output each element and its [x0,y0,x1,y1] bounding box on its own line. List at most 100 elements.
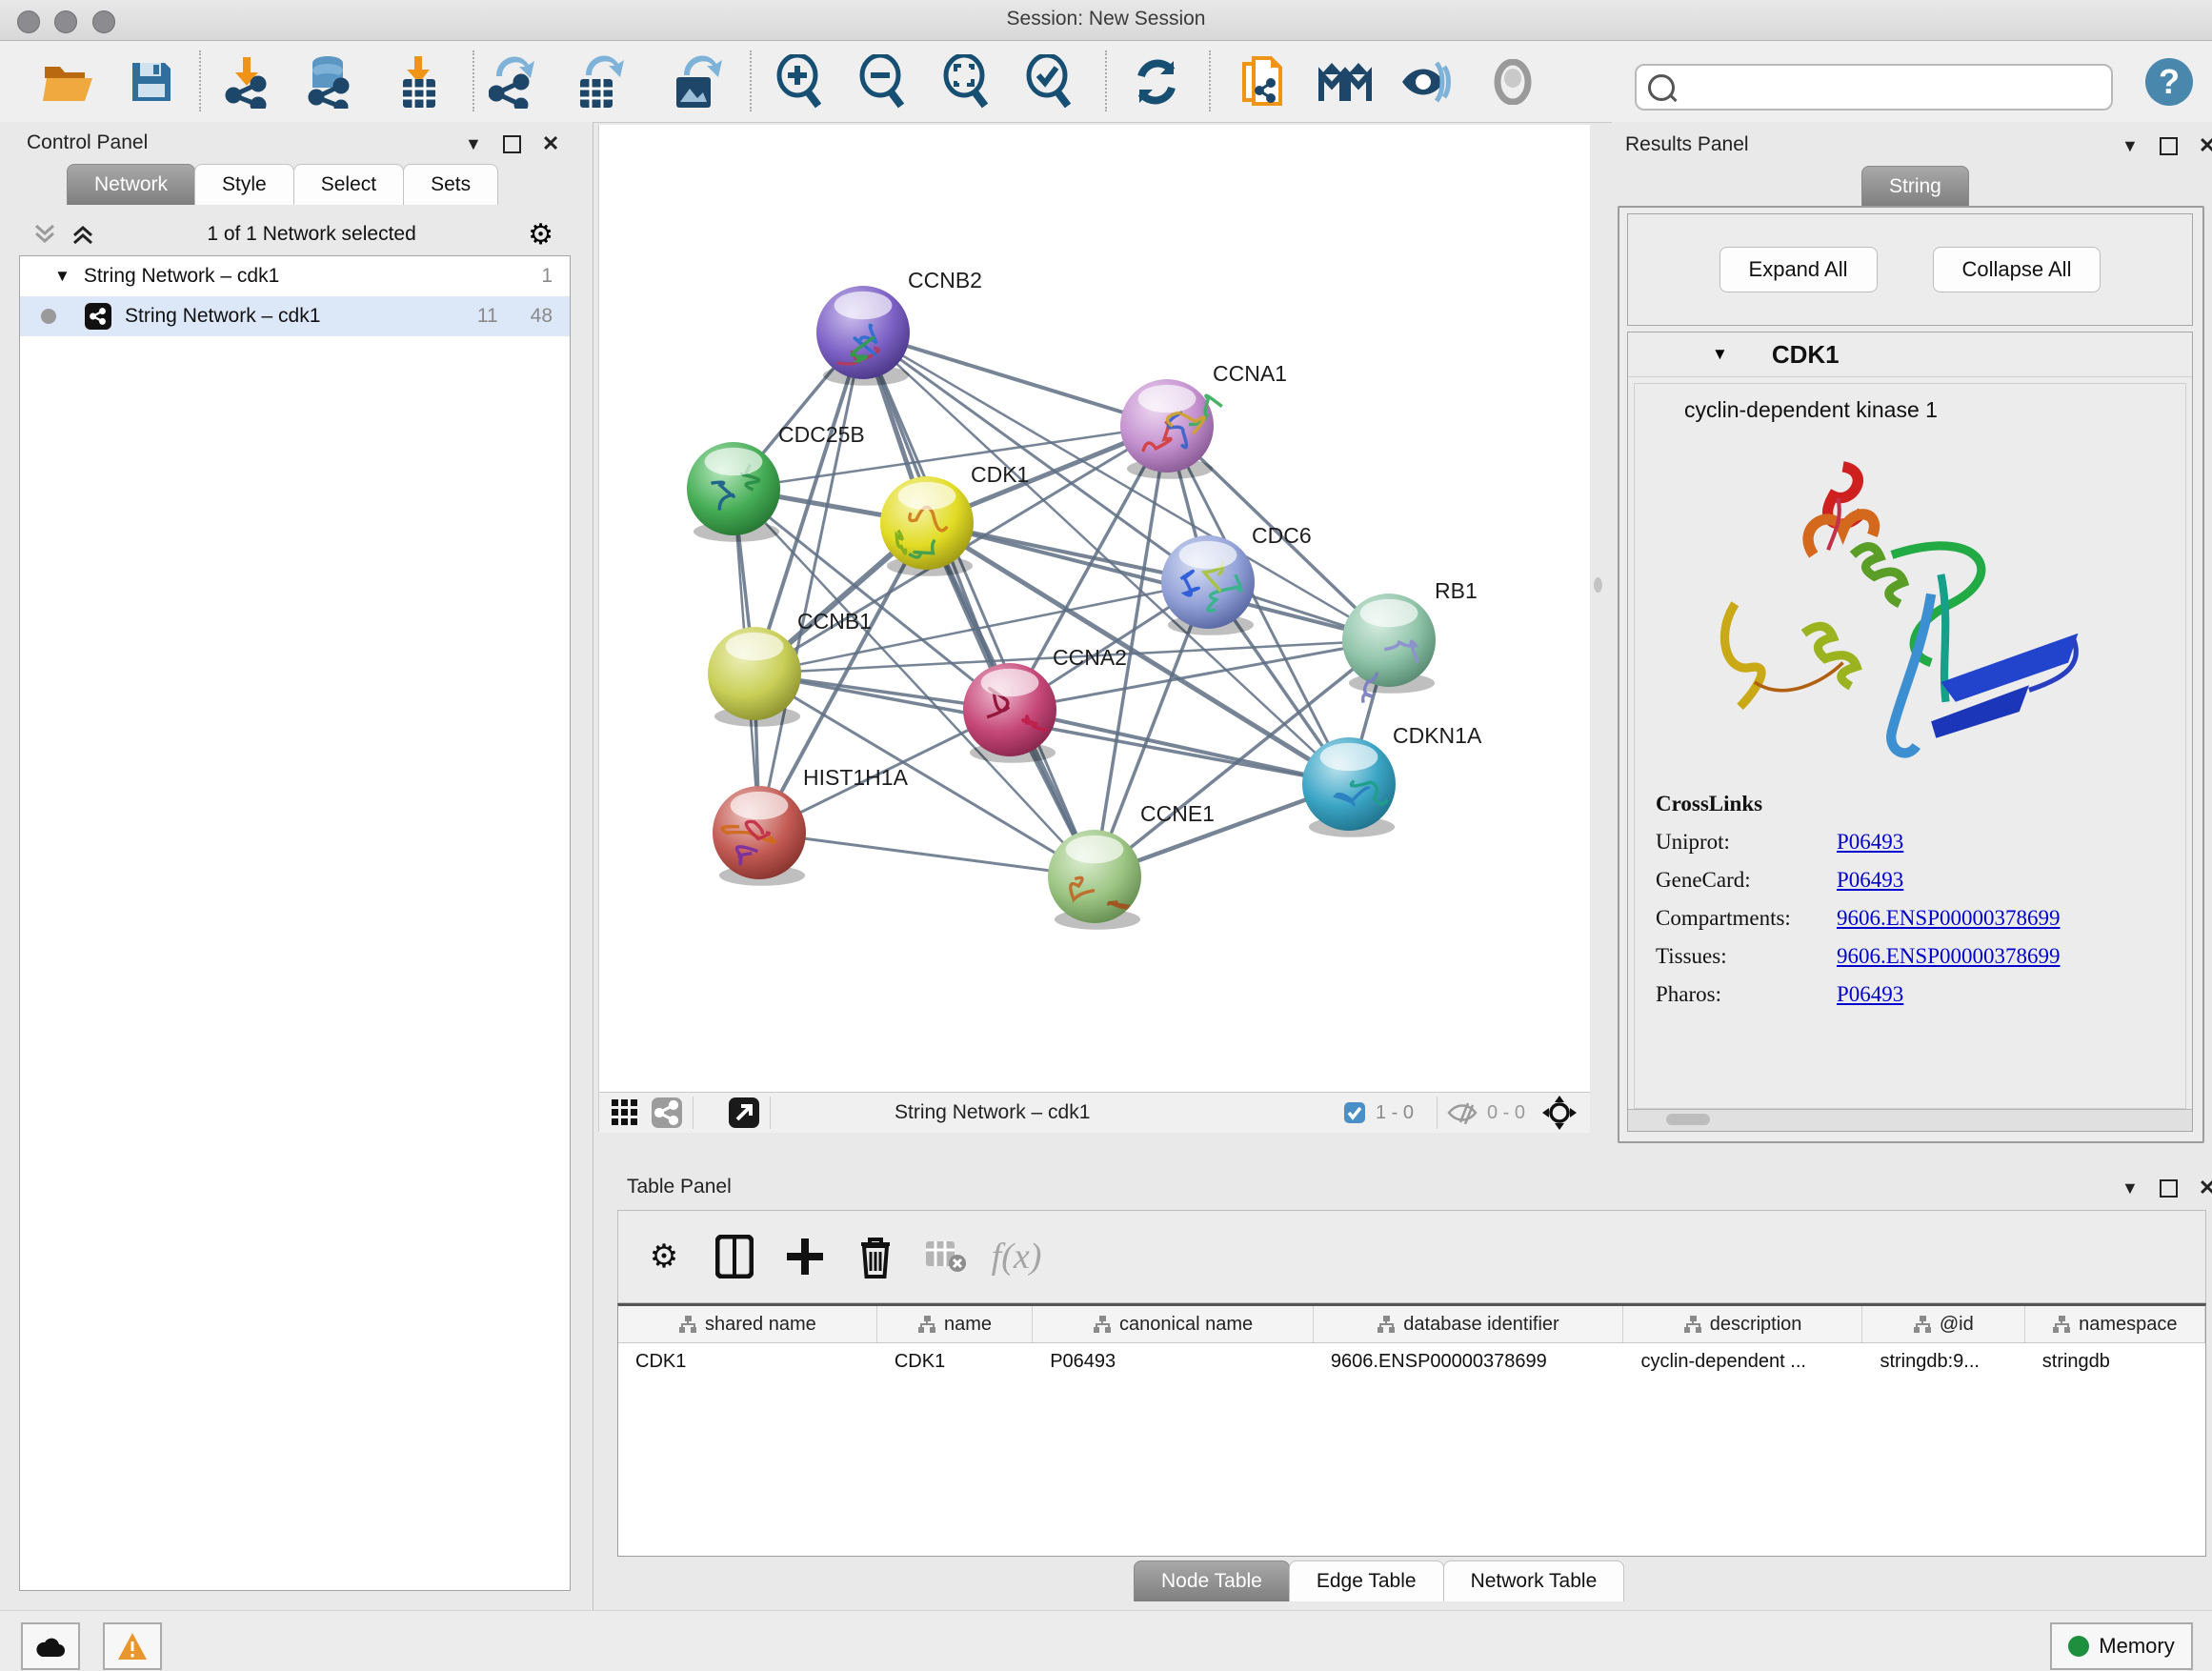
network-edge[interactable] [1010,710,1349,784]
table-row[interactable]: CDK1CDK1P064939606.ENSP00000378699cyclin… [618,1343,2205,1381]
crosslink-link[interactable]: P06493 [1837,830,1903,855]
collapse-all-button[interactable]: Collapse All [1933,247,2101,292]
save-session-button[interactable] [124,54,179,110]
table-cell[interactable]: stringdb:9... [1862,1343,2024,1381]
grid-view-icon[interactable] [609,1097,641,1129]
search-box[interactable] [1635,64,2113,111]
export-network-button[interactable] [487,54,542,110]
tab-style[interactable]: Style [194,164,294,205]
import-table-button[interactable] [392,54,447,110]
control-panel-menu-icon[interactable]: ▼ [465,134,482,154]
results-panel-menu-icon[interactable]: ▼ [2122,136,2139,156]
birdseye-toggle-icon[interactable] [728,1097,760,1129]
first-neighbors-button[interactable] [1317,54,1373,110]
warnings-button[interactable] [103,1622,162,1670]
table-panel-menu-icon[interactable]: ▼ [2122,1178,2139,1198]
column-header[interactable]: shared name [618,1306,877,1342]
function-builder-icon[interactable]: f(x) [992,1232,1041,1281]
protein-section-header[interactable]: ▼ CDK1 [1628,332,2192,377]
network-row[interactable]: String Network – cdk1 11 48 [20,296,570,336]
table-cell[interactable]: P06493 [1033,1343,1314,1381]
tab-network-table[interactable]: Network Table [1443,1560,1625,1601]
column-header[interactable]: database identifier [1314,1306,1623,1342]
network-edge[interactable] [863,332,1167,426]
network-node-cdk1[interactable]: CDK1 [880,462,1029,576]
network-edge[interactable] [927,523,1389,640]
collection-label: String Network – cdk1 [84,265,541,288]
protein-expand-icon[interactable]: ▼ [1712,345,1728,364]
zoom-out-button[interactable] [854,54,909,110]
network-node-ccnb2[interactable]: CCNB2 [816,268,982,386]
column-header[interactable]: description [1623,1306,1862,1342]
table-panel-float-icon[interactable] [2160,1179,2178,1198]
network-view-toolbar: String Network – cdk1 1 - 0 0 - 0 [599,1092,1590,1133]
network-collection-row[interactable]: ▼ String Network – cdk1 1 [20,256,570,296]
memory-button[interactable]: Memory [2050,1622,2193,1670]
clone-network-button[interactable] [1236,54,1291,110]
export-image-button[interactable] [670,54,725,110]
toolbar-separator [1209,50,1211,111]
collection-expand-icon[interactable]: ▼ [54,267,70,286]
network-node-cdkn1a[interactable]: CDKN1A [1302,723,1482,837]
tab-node-table[interactable]: Node Table [1134,1560,1290,1601]
table-cell[interactable]: stringdb [2025,1343,2205,1381]
expand-all-button[interactable]: Expand All [1719,247,1878,292]
open-session-button[interactable] [39,54,94,110]
show-columns-icon[interactable] [710,1232,759,1281]
crosslink-link[interactable]: 9606.ENSP00000378699 [1837,944,2061,969]
table-settings-gear-icon[interactable]: ⚙ [639,1232,689,1281]
expand-all-icon[interactable] [70,222,95,247]
tab-sets[interactable]: Sets [403,164,498,205]
application-window: Session: New Session [0,0,2212,1671]
crosslink-link[interactable]: P06493 [1837,868,1903,893]
create-column-icon[interactable] [780,1232,830,1281]
search-input[interactable] [1682,75,2111,99]
table-panel-close-icon[interactable]: ✕ [2199,1176,2212,1200]
network-thumbnail-icon[interactable] [651,1097,683,1129]
results-horizontal-scrollbar[interactable] [1628,1109,2192,1131]
table-cell[interactable]: 9606.ENSP00000378699 [1314,1343,1624,1381]
table-cell[interactable]: cyclin-dependent ... [1624,1343,1863,1381]
crosslink-link[interactable]: 9606.ENSP00000378699 [1837,906,2061,931]
vertical-splitter-handle[interactable] [1594,577,1602,593]
zoom-selected-button[interactable] [1020,54,1076,110]
show-all-button[interactable] [1485,54,1540,110]
table-cell[interactable]: CDK1 [618,1343,877,1381]
network-node-ccne1[interactable]: CCNE1 [1048,801,1215,930]
network-canvas[interactable]: CCNB2CCNA1CDC25BCDK1CDC6RB1CCNB1CCNA2CDK… [599,125,1590,1092]
tab-select[interactable]: Select [293,164,404,205]
table-cell[interactable]: CDK1 [877,1343,1033,1381]
export-table-button[interactable] [573,54,628,110]
tab-edge-table[interactable]: Edge Table [1289,1560,1444,1601]
network-node-hist1h1a[interactable]: HIST1H1A [713,765,909,886]
results-panel-close-icon[interactable]: ✕ [2199,133,2212,158]
delete-table-icon[interactable] [921,1232,971,1281]
tab-network[interactable]: Network [67,164,195,205]
zoom-fit-button[interactable] [937,54,993,110]
import-network-database-button[interactable] [301,54,356,110]
network-edge[interactable] [759,833,1095,876]
fit-selected-crosshair-icon[interactable] [1540,1094,1579,1132]
network-node-rb1[interactable]: RB1 [1342,578,1478,703]
column-header[interactable]: name [877,1306,1034,1342]
zoom-in-button[interactable] [771,54,826,110]
column-header[interactable]: namespace [2025,1306,2205,1342]
control-panel-close-icon[interactable]: ✕ [542,131,559,156]
crosslink-link[interactable]: P06493 [1837,982,1903,1007]
refresh-button[interactable] [1129,54,1184,110]
control-panel-float-icon[interactable] [503,135,521,153]
hide-selected-button[interactable] [1398,54,1453,110]
help-button[interactable]: ? [2142,54,2197,110]
network-options-gear-icon[interactable]: ⚙ [528,218,553,252]
column-header[interactable]: canonical name [1033,1306,1314,1342]
network-edge[interactable] [759,332,863,833]
collapse-all-icon[interactable] [32,222,57,247]
delete-column-icon[interactable] [851,1232,900,1281]
results-panel-float-icon[interactable] [2160,137,2178,155]
import-network-file-button[interactable] [219,54,274,110]
cloud-status-button[interactable] [21,1622,80,1670]
tab-string[interactable]: String [1861,166,1969,207]
network-view-title: String Network – cdk1 [780,1101,1343,1124]
network-node-cdc6[interactable]: CDC6 [1161,523,1312,635]
column-header[interactable]: @id [1862,1306,2025,1342]
